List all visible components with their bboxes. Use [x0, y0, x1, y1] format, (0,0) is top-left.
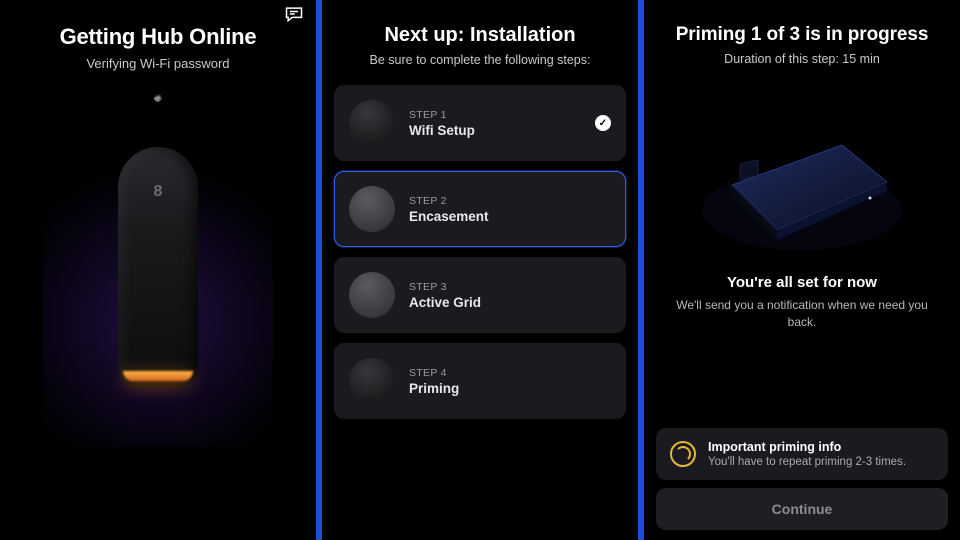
continue-button-label: Continue — [772, 501, 833, 517]
ready-subtext: We'll send you a notification when we ne… — [644, 297, 960, 332]
step-thumbnail-icon — [349, 358, 395, 404]
priming-info-card[interactable]: Important priming info You'll have to re… — [656, 428, 948, 480]
page-subtitle: Be sure to complete the following steps: — [370, 53, 591, 67]
page-title: Next up: Installation — [384, 24, 575, 47]
chat-icon[interactable] — [284, 4, 304, 22]
page-subtitle: Duration of this step: 15 min — [724, 52, 880, 66]
info-card-title: Important priming info — [708, 440, 906, 454]
hub-device-image: 8 — [103, 147, 213, 387]
step-number-label: STEP 3 — [409, 281, 481, 293]
page-title: Priming 1 of 3 is in progress — [676, 24, 929, 46]
refresh-icon — [670, 441, 696, 467]
step-number-label: STEP 1 — [409, 109, 475, 121]
pane-installation-steps: Next up: Installation Be sure to complet… — [322, 0, 638, 540]
page-title: Getting Hub Online — [60, 24, 257, 50]
step-number-label: STEP 4 — [409, 367, 459, 379]
step-name: Encasement — [409, 209, 489, 224]
step-name: Priming — [409, 381, 459, 396]
step-name: Wifi Setup — [409, 123, 475, 138]
step-name: Active Grid — [409, 295, 481, 310]
step-thumbnail-icon — [349, 100, 395, 146]
steps-list: STEP 1 Wifi Setup ✓ STEP 2 Encasement ST… — [334, 85, 626, 419]
check-complete-icon: ✓ — [595, 115, 611, 131]
hub-logo: 8 — [154, 183, 163, 201]
step-thumbnail-icon — [349, 272, 395, 318]
step-active-grid[interactable]: STEP 3 Active Grid — [334, 257, 626, 333]
pane-priming-progress: Priming 1 of 3 is in progress Duration o… — [644, 0, 960, 540]
continue-button[interactable]: Continue — [656, 488, 948, 530]
step-thumbnail-icon — [349, 186, 395, 232]
ready-heading: You're all set for now — [727, 274, 877, 291]
pane-getting-hub-online: Getting Hub Online Verifying Wi-Fi passw… — [0, 0, 316, 540]
info-card-body: You'll have to repeat priming 2-3 times. — [708, 456, 906, 468]
step-priming[interactable]: STEP 4 Priming — [334, 343, 626, 419]
step-number-label: STEP 2 — [409, 195, 489, 207]
step-wifi-setup[interactable]: STEP 1 Wifi Setup ✓ — [334, 85, 626, 161]
mattress-cover-image — [692, 90, 912, 260]
page-subtitle: Verifying Wi-Fi password — [86, 56, 229, 71]
step-encasement[interactable]: STEP 2 Encasement — [334, 171, 626, 247]
